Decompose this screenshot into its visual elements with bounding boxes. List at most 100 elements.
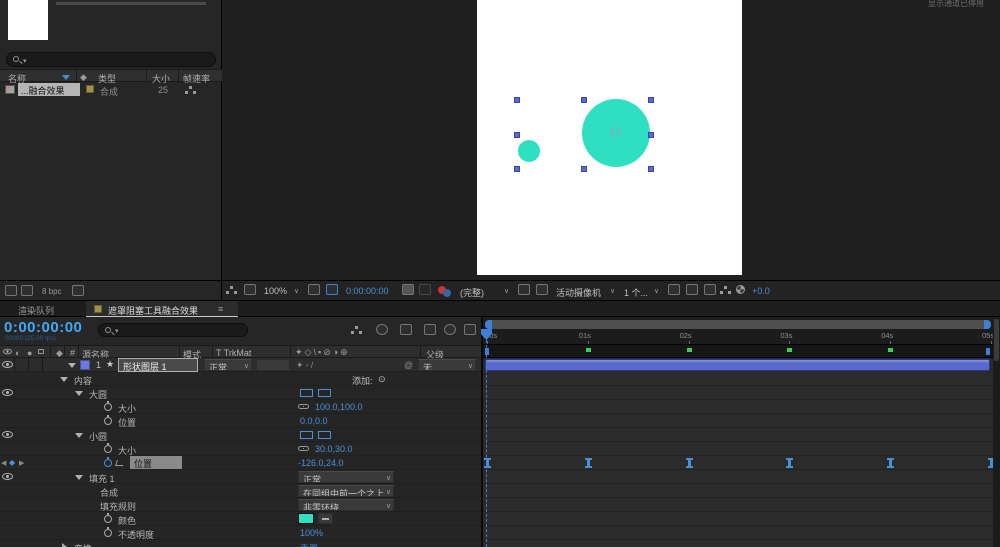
layer-twirl-icon[interactable] [68, 363, 76, 368]
property-label-selected[interactable]: 位置 [130, 456, 182, 469]
selection-handle[interactable] [648, 166, 654, 172]
reset-button[interactable]: 重置 [300, 542, 318, 547]
chevron-down-icon[interactable]: ∨ [610, 287, 615, 295]
sort-arrow-icon[interactable] [62, 75, 70, 80]
pixel-aspect-icon[interactable] [668, 284, 680, 295]
snapshot-camera-icon[interactable] [402, 284, 414, 295]
twirl-icon[interactable] [60, 377, 68, 382]
stopwatch-icon-active[interactable] [104, 459, 112, 467]
property-row-fill-rule[interactable]: 填充规则 非零环绕∨ [0, 498, 481, 512]
project-search-input[interactable]: ▾ [6, 52, 216, 67]
group-eye-icon[interactable] [2, 473, 13, 480]
stopwatch-icon[interactable] [104, 445, 112, 453]
twirl-icon[interactable] [75, 475, 83, 480]
twirl-icon[interactable] [62, 543, 67, 547]
property-row-fill[interactable]: 填充 1 正常∨ [0, 470, 481, 484]
selection-handle[interactable] [581, 97, 587, 103]
target-region-icon[interactable] [518, 284, 530, 295]
layer-label-swatch[interactable] [80, 360, 90, 370]
project-item-name[interactable]: ...融合效果 [18, 83, 80, 96]
view-layout-select[interactable]: 1 个... [624, 286, 648, 299]
frame-blend-icon[interactable] [424, 324, 436, 335]
chevron-down-icon[interactable]: ∨ [504, 287, 509, 295]
motion-blur-icon[interactable] [444, 324, 456, 335]
selection-handle[interactable] [581, 166, 587, 172]
timeline-search-input[interactable]: ▾ [98, 323, 248, 337]
position-keyframe-icon[interactable] [686, 458, 693, 468]
vertical-scrollbar[interactable] [993, 317, 1000, 547]
trkmat-select[interactable] [256, 359, 290, 371]
eyedropper-icon[interactable] [318, 513, 333, 524]
tab-composition[interactable]: 遮罩阻塞工具融合效果 ≡ [86, 301, 238, 317]
ruler-tick-label[interactable]: 04s [881, 331, 893, 340]
fast-previews-icon[interactable] [686, 284, 698, 295]
property-row-position[interactable]: 位置 0.0,0.0 [0, 414, 481, 428]
comp-flowchart-icon[interactable] [724, 286, 727, 289]
selection-handle[interactable] [514, 166, 520, 172]
show-snapshot-icon[interactable] [419, 284, 431, 295]
viewer-timecode[interactable]: 0:00:00:00 [346, 286, 389, 296]
shape-operation-icon[interactable] [318, 431, 331, 439]
link-dimensions-icon[interactable] [298, 404, 309, 409]
label-color-swatch[interactable] [86, 85, 94, 93]
property-row-opacity[interactable]: 不透明度 100% [0, 526, 481, 540]
label-column-icon[interactable]: ◆ [80, 72, 87, 83]
navigator-start-handle[interactable] [485, 320, 492, 329]
column-trkmat[interactable]: T TrkMat [216, 348, 251, 358]
small-circle[interactable] [518, 140, 540, 162]
time-navigator-bar[interactable] [485, 320, 991, 329]
ruler-tick-label[interactable]: 02s [680, 331, 692, 340]
stopwatch-icon[interactable] [104, 529, 112, 537]
layer-name-field[interactable]: 形状图层 1 [118, 358, 198, 372]
project-item-row[interactable]: ...融合效果 合成 25 [0, 83, 222, 97]
group-eye-icon[interactable] [2, 431, 13, 438]
selection-handle[interactable] [514, 132, 520, 138]
graph-editor-icon[interactable] [464, 324, 476, 335]
prev-keyframe-icon[interactable]: ◀ [1, 459, 6, 467]
ruler-tick-label[interactable]: 03s [780, 331, 792, 340]
property-row-big-circle[interactable]: 大圆 [0, 386, 481, 400]
property-value[interactable]: 100% [300, 528, 323, 538]
panel-menu-icon[interactable]: ≡ [218, 304, 223, 314]
property-row-size[interactable]: 大小 100.0,100.0 [0, 400, 481, 414]
ruler-tick-label[interactable]: 01s [579, 331, 591, 340]
timeline-nav-icon[interactable] [704, 284, 716, 295]
twirl-icon[interactable] [75, 391, 83, 396]
position-keyframe-icon[interactable] [887, 458, 894, 468]
shape-direction-icon[interactable] [300, 431, 313, 439]
property-value[interactable]: 100.0,100.0 [315, 402, 363, 412]
transparency-grid-icon[interactable] [536, 284, 548, 295]
bit-depth-label[interactable]: 8 bpc [42, 287, 62, 296]
green-marker[interactable] [787, 348, 792, 352]
current-timecode[interactable]: 0:00:00:00 [4, 319, 82, 336]
scrollbar-thumb[interactable] [994, 319, 999, 361]
green-marker[interactable] [586, 348, 591, 352]
property-value[interactable]: 30.0,30.0 [315, 444, 353, 454]
property-row-small-circle[interactable]: 小圆 [0, 428, 481, 442]
selection-handle[interactable] [648, 97, 654, 103]
stopwatch-icon[interactable] [104, 515, 112, 523]
add-button-icon[interactable]: ⊙ [378, 374, 386, 385]
stopwatch-icon[interactable] [104, 417, 112, 425]
new-folder-icon[interactable] [72, 285, 84, 296]
property-row-contents[interactable]: 内容 添加: ⊙ [0, 372, 481, 386]
layer-visibility-eye-icon[interactable] [2, 361, 13, 368]
comp-mini-flowchart-icon[interactable] [355, 326, 358, 329]
group-label[interactable]: 变换 [74, 542, 92, 547]
property-row-size[interactable]: 大小 30.0,30.0 [0, 442, 481, 456]
position-keyframe-icon[interactable] [585, 458, 592, 468]
time-ruler[interactable]: :00s01s02s03s04s05s [483, 317, 993, 345]
twirl-icon[interactable] [75, 433, 83, 438]
chevron-down-icon[interactable]: ∨ [654, 287, 659, 295]
show-channels-icon[interactable] [443, 289, 451, 297]
blend-mode-select[interactable]: 正常∨ [204, 359, 252, 371]
exposure-icon[interactable] [736, 285, 745, 294]
grid-guides-icon[interactable] [308, 284, 320, 295]
tab-render-queue[interactable]: 渲染队列 [18, 304, 54, 317]
shape-direction-icon[interactable] [300, 389, 313, 397]
property-value[interactable]: -126.0,24.0 [298, 458, 344, 468]
fill-color-swatch[interactable] [298, 513, 314, 524]
zoom-select[interactable]: 100% [264, 286, 287, 296]
camera-view-select[interactable]: 活动摄像机 [556, 286, 601, 299]
property-row-composite[interactable]: 合成 在同组中前一个之上∨ [0, 484, 481, 498]
